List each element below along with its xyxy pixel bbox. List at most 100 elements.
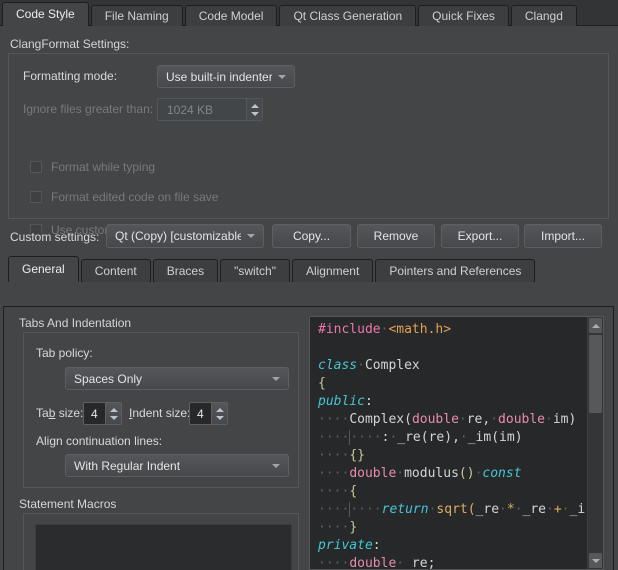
tabs-indentation-groupbox: Tab policy: Spaces Only Tab size: 4 Inde… bbox=[23, 332, 299, 488]
ignore-files-spinbox: 1024 KB bbox=[157, 98, 263, 121]
formatting-mode-value: Use built-in indenter bbox=[166, 70, 272, 84]
ignore-files-value: 1024 KB bbox=[158, 99, 246, 120]
align-continuation-dropdown[interactable]: With Regular Indent bbox=[65, 454, 289, 477]
tab-quick-fixes[interactable]: Quick Fixes bbox=[418, 5, 509, 26]
formatting-mode-dropdown[interactable]: Use built-in indenter bbox=[157, 65, 295, 88]
indent-size-spinbox[interactable]: 4 bbox=[189, 402, 228, 425]
spin-down-icon bbox=[110, 416, 118, 420]
checkbox-format-edited-code-on-file-save: Format edited code on file save bbox=[30, 190, 218, 204]
align-continuation-label: Align continuation lines: bbox=[36, 434, 162, 448]
tab-size-spinbox[interactable]: 4 bbox=[83, 402, 122, 425]
clangformat-group-label: ClangFormat Settings: bbox=[10, 37, 129, 51]
code-line: public: bbox=[318, 393, 586, 411]
tab-label: Quick Fixes bbox=[432, 9, 495, 23]
tab-code-style[interactable]: Code Style bbox=[2, 2, 89, 26]
tab-label: Pointers and References bbox=[389, 264, 521, 278]
general-tab-pane: Tabs And Indentation Tab policy: Spaces … bbox=[3, 306, 614, 570]
code-line bbox=[318, 339, 586, 357]
scrollbar-down-button[interactable] bbox=[589, 553, 602, 568]
spin-down-icon bbox=[251, 112, 259, 116]
tab-label: General bbox=[22, 262, 65, 276]
remove-button[interactable]: Remove bbox=[357, 224, 435, 248]
tab-policy-dropdown[interactable]: Spaces Only bbox=[65, 367, 289, 390]
tab-policy-value: Spaces Only bbox=[74, 372, 266, 386]
tab-alignment[interactable]: Alignment bbox=[292, 259, 373, 282]
chevron-down-icon bbox=[247, 234, 255, 238]
code-style-settings-page: Code Style File Naming Code Model Qt Class … bbox=[0, 0, 618, 570]
tab-file-naming[interactable]: File Naming bbox=[91, 5, 183, 26]
style-tab-bar: General Content Braces "switch" Alignment Poi… bbox=[8, 256, 537, 282]
import-button[interactable]: Import... bbox=[524, 224, 602, 248]
tab-label: Alignment bbox=[306, 264, 359, 278]
tab-clangd[interactable]: Clangd bbox=[511, 5, 577, 26]
code-line: ····{} bbox=[318, 447, 586, 465]
scrollbar-up-button[interactable] bbox=[589, 318, 602, 333]
tabs-indentation-group-label: Tabs And Indentation bbox=[19, 316, 131, 330]
top-tab-bar: Code Style File Naming Code Model Qt Class … bbox=[2, 2, 579, 26]
checkbox-label: Format while typing bbox=[51, 160, 155, 174]
checkbox-format-while-typing: Format while typing bbox=[30, 160, 155, 174]
code-line: ····{ bbox=[318, 483, 586, 501]
align-continuation-value: With Regular Indent bbox=[74, 459, 266, 473]
code-line: private: bbox=[318, 537, 586, 555]
spin-up-icon bbox=[251, 104, 259, 108]
spin-buttons[interactable] bbox=[211, 403, 227, 424]
code-style-pane: ClangFormat Settings: Formatting mode: U… bbox=[0, 25, 618, 570]
checkbox-icon bbox=[30, 161, 42, 173]
scroll-up-icon bbox=[592, 324, 600, 328]
code-line: ········:·_re(re),·_im(im) bbox=[318, 429, 586, 447]
indent-size-value: 4 bbox=[190, 403, 211, 424]
tab-label: Qt Class Generation bbox=[293, 9, 402, 23]
tab-label: File Naming bbox=[105, 9, 169, 23]
scrollbar-thumb[interactable] bbox=[589, 335, 602, 413]
code-line: { bbox=[318, 375, 586, 393]
tab-qt-class-generation[interactable]: Qt Class Generation bbox=[279, 5, 416, 26]
tab-content[interactable]: Content bbox=[81, 259, 151, 282]
tab-size-label: Tab size: bbox=[36, 406, 83, 420]
code-line: ····double·_re; bbox=[318, 555, 586, 569]
tab-label: Braces bbox=[167, 264, 204, 278]
spin-buttons bbox=[246, 99, 262, 120]
copy-button[interactable]: Copy... bbox=[272, 224, 351, 248]
code-line: ····double·modulus()·const bbox=[318, 465, 586, 483]
tab-pointers-and-references[interactable]: Pointers and References bbox=[375, 259, 535, 282]
chevron-down-icon bbox=[272, 464, 280, 468]
custom-settings-value: Qt (Copy) [customizable] bbox=[115, 229, 241, 243]
tab-policy-label: Tab policy: bbox=[36, 346, 93, 360]
code-line: #include·<math.h> bbox=[318, 321, 586, 339]
checkbox-icon bbox=[30, 191, 42, 203]
code-line: ········return·sqrt(_re·*·_re·+·_i bbox=[318, 501, 586, 519]
code-line: ····} bbox=[318, 519, 586, 537]
tab-code-model[interactable]: Code Model bbox=[185, 5, 278, 26]
tab-switch[interactable]: "switch" bbox=[220, 259, 290, 282]
tab-label: Code Style bbox=[16, 7, 75, 21]
scroll-down-icon bbox=[592, 559, 600, 563]
formatting-mode-label: Formatting mode: bbox=[23, 69, 117, 83]
code-line: ····Complex(double·re,·double·im) bbox=[318, 411, 586, 429]
tab-label: Clangd bbox=[525, 9, 563, 23]
tab-label: Code Model bbox=[199, 9, 264, 23]
spin-up-icon bbox=[216, 408, 224, 412]
tab-size-value: 4 bbox=[84, 403, 105, 424]
tab-label: Content bbox=[95, 264, 137, 278]
indent-size-label: Indent size: bbox=[129, 406, 190, 420]
code-preview-scrollbar[interactable] bbox=[587, 317, 603, 569]
spin-up-icon bbox=[110, 408, 118, 412]
custom-settings-label: Custom settings: bbox=[10, 230, 99, 244]
tab-braces[interactable]: Braces bbox=[153, 259, 218, 282]
code-preview-editor[interactable]: #include·<math.h>class·Complex{public:··… bbox=[309, 316, 604, 570]
tab-label: "switch" bbox=[234, 264, 276, 278]
ignore-files-label: Ignore files greater than: bbox=[23, 102, 153, 116]
clangformat-groupbox: Formatting mode: Use built-in indenter I… bbox=[8, 53, 609, 219]
spin-buttons[interactable] bbox=[105, 403, 121, 424]
export-button[interactable]: Export... bbox=[441, 224, 519, 248]
statement-macros-group-label: Statement Macros bbox=[19, 497, 116, 511]
tab-general[interactable]: General bbox=[8, 256, 79, 282]
spin-down-icon bbox=[216, 416, 224, 420]
checkbox-label: Format edited code on file save bbox=[51, 190, 218, 204]
statement-macros-groupbox bbox=[23, 513, 299, 570]
chevron-down-icon bbox=[278, 75, 286, 79]
code-line: class·Complex bbox=[318, 357, 586, 375]
statement-macros-editor[interactable] bbox=[35, 524, 292, 570]
custom-settings-dropdown[interactable]: Qt (Copy) [customizable] bbox=[106, 224, 264, 248]
